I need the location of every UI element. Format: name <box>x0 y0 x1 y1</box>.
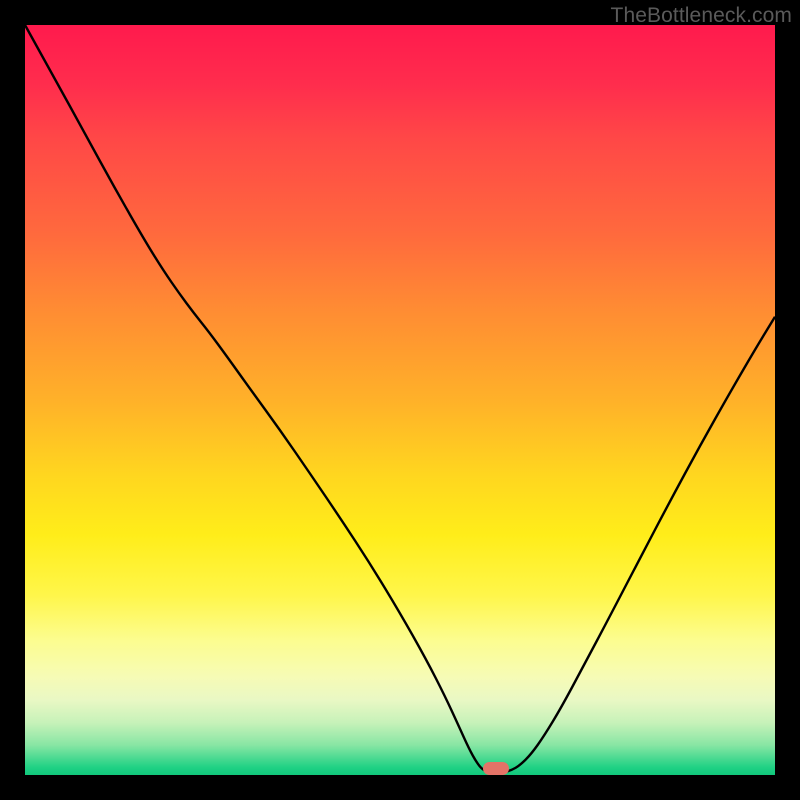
bottleneck-curve <box>25 25 775 773</box>
chart-frame: TheBottleneck.com <box>0 0 800 800</box>
brand-watermark: TheBottleneck.com <box>611 4 792 28</box>
optimum-marker <box>483 762 509 775</box>
bottleneck-curve-svg <box>25 25 775 775</box>
